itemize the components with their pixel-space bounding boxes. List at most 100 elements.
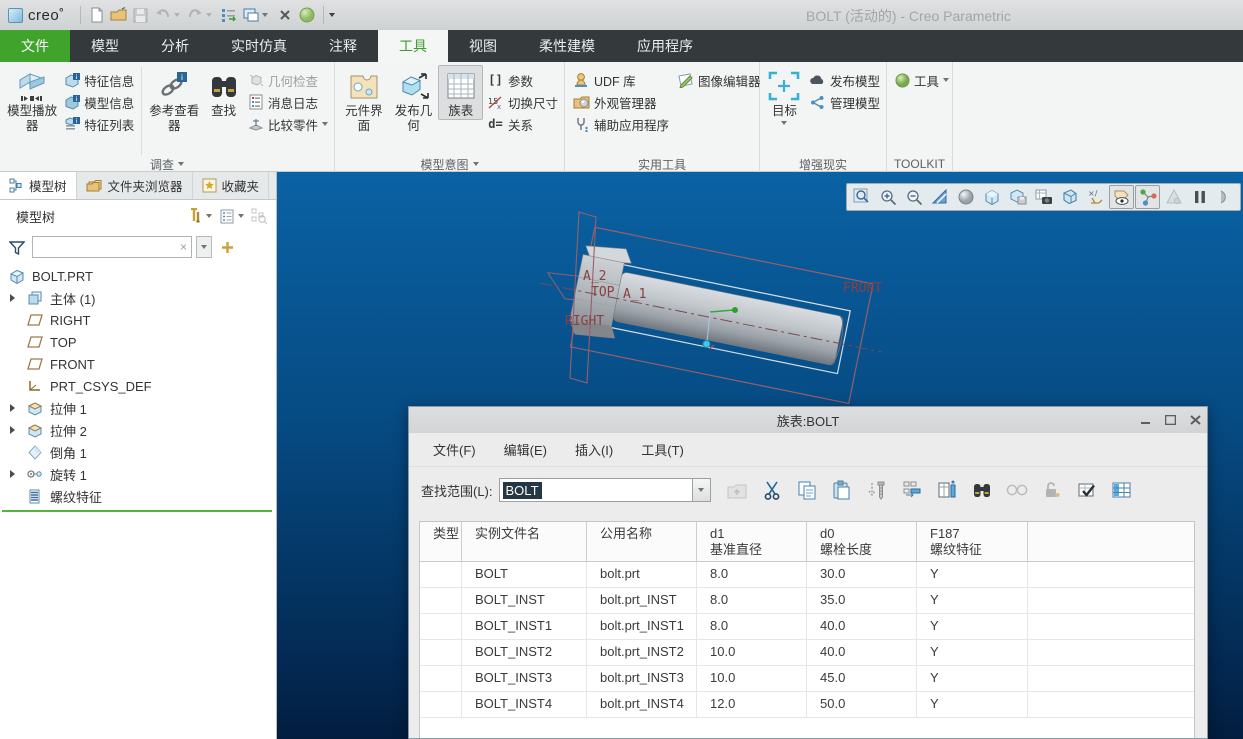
tree-item-csys[interactable]: PRT_CSYS_DEF	[0, 375, 276, 397]
cell-d1[interactable]: 10.0	[697, 640, 807, 665]
perspective-button[interactable]	[1057, 185, 1082, 209]
datum-label-a2[interactable]: A_2	[583, 269, 606, 284]
cell-instance-name[interactable]: BOLT_INST1	[462, 614, 587, 639]
tree-settings-caret[interactable]	[238, 214, 244, 218]
filter-add-button[interactable]	[216, 236, 238, 258]
message-log-button[interactable]: 消息日志	[248, 93, 328, 111]
cell-instance-name[interactable]: BOLT_INST3	[462, 666, 587, 691]
menu-file[interactable]: 文件(F)	[423, 436, 486, 463]
find-button[interactable]: 查找	[203, 65, 244, 119]
cell-d1[interactable]: 8.0	[697, 588, 807, 613]
spin-center-button[interactable]	[1135, 185, 1160, 209]
geometry-check-button[interactable]: 几何检查	[248, 71, 328, 89]
cell-type[interactable]	[420, 666, 462, 691]
tree-item-top-plane[interactable]: TOP	[0, 331, 276, 353]
tab-favorites[interactable]: 收藏夹	[193, 172, 270, 199]
insert-column-button[interactable]	[935, 478, 959, 502]
tab-folder-browser[interactable]: 文件夹浏览器	[77, 172, 193, 199]
cell-type[interactable]	[420, 640, 462, 665]
tree-filter-text[interactable]	[37, 240, 180, 254]
tab-model-tree[interactable]: 模型树	[0, 172, 77, 199]
lock-button[interactable]	[1040, 478, 1064, 502]
save-button[interactable]	[130, 4, 152, 26]
undo-button[interactable]	[152, 4, 174, 26]
cell-d0[interactable]: 35.0	[807, 588, 917, 613]
windows-button[interactable]	[240, 4, 262, 26]
parameters-button[interactable]: []参数	[487, 71, 558, 89]
cell-f187[interactable]: Y	[917, 614, 1028, 639]
tree-item-revolve-1[interactable]: 旋转 1	[0, 463, 276, 485]
cell-common-name[interactable]: bolt.prt_INST3	[587, 666, 697, 691]
dialog-title-bar[interactable]: 族表:BOLT	[409, 407, 1207, 433]
cell-common-name[interactable]: bolt.prt_INST2	[587, 640, 697, 665]
switch-dimensions-button[interactable]: 15x切换尺寸	[487, 93, 558, 111]
menu-edit[interactable]: 编辑(E)	[494, 436, 557, 463]
cell-f187[interactable]: Y	[917, 692, 1028, 717]
appearance-manager-button[interactable]: 外观管理器	[573, 93, 669, 111]
tree-item-bolt-prt[interactable]: BOLT.PRT	[0, 265, 276, 287]
table-row[interactable]: BOLT_INST bolt.prt_INST 8.0 35.0 Y	[420, 588, 1194, 614]
col-header-d0[interactable]: d0螺栓长度	[807, 522, 917, 561]
tree-item-chamfer-1[interactable]: 倒角 1	[0, 441, 276, 463]
cell-instance-name[interactable]: BOLT	[462, 562, 587, 587]
toolkit-tools-caret[interactable]	[943, 78, 949, 82]
insert-row-button[interactable]	[900, 478, 924, 502]
customize-toolbar-caret[interactable]	[329, 13, 335, 17]
dialog-close-button[interactable]	[1190, 413, 1201, 428]
table-row[interactable]: BOLT_INST3 bolt.prt_INST3 10.0 45.0 Y	[420, 666, 1194, 692]
tree-settings-button[interactable]	[216, 205, 238, 227]
ar-target-caret[interactable]	[781, 121, 787, 125]
repaint-button[interactable]	[927, 185, 952, 209]
find-instance-button[interactable]	[970, 478, 994, 502]
display-style-button[interactable]	[953, 185, 978, 209]
group-label-investigate[interactable]: 调查	[0, 156, 334, 172]
publish-geometry-button[interactable]: 发布几何	[389, 65, 439, 134]
auxiliary-applications-button[interactable]: 辅助应用程序	[573, 115, 669, 133]
table-row[interactable]: BOLT_INST4 bolt.prt_INST4 12.0 50.0 Y	[420, 692, 1194, 718]
redo-dropdown-caret[interactable]	[206, 13, 212, 17]
simulate-button[interactable]	[1161, 185, 1186, 209]
tree-item-body[interactable]: 主体 (1)	[0, 287, 276, 309]
annotation-display-button[interactable]	[1109, 185, 1134, 209]
new-file-button[interactable]	[86, 4, 108, 26]
tree-search-button[interactable]	[248, 205, 270, 227]
cell-f187[interactable]: Y	[917, 562, 1028, 587]
cell-common-name[interactable]: bolt.prt_INST	[587, 588, 697, 613]
copy-button[interactable]	[795, 478, 819, 502]
expand-arrow[interactable]	[10, 294, 15, 302]
col-header-type[interactable]: 类型	[420, 522, 462, 561]
cut-button[interactable]	[760, 478, 784, 502]
col-header-d1[interactable]: d1基准直径	[697, 522, 807, 561]
tab-tools[interactable]: 工具	[378, 30, 448, 62]
datum-display-button[interactable]: ×/	[1083, 185, 1108, 209]
tab-flexible-modeling[interactable]: 柔性建模	[518, 30, 616, 62]
more-tools-button[interactable]	[1213, 185, 1238, 209]
close-window-button[interactable]	[274, 4, 296, 26]
tree-filter-input[interactable]: ×	[32, 236, 192, 258]
tab-view[interactable]: 视图	[448, 30, 518, 62]
tree-tools-caret[interactable]	[206, 214, 212, 218]
cell-common-name[interactable]: bolt.prt	[587, 562, 697, 587]
expand-arrow[interactable]	[10, 404, 15, 412]
cell-instance-name[interactable]: BOLT_INST4	[462, 692, 587, 717]
table-row[interactable]: BOLT bolt.prt 8.0 30.0 Y	[420, 562, 1194, 588]
tree-item-thread-feature[interactable]: 螺纹特征	[0, 485, 276, 507]
group-label-model-intent[interactable]: 模型意图	[335, 156, 564, 172]
image-editor-button[interactable]: 图像编辑器	[677, 71, 761, 89]
col-header-instance-name[interactable]: 实例文件名	[462, 522, 587, 561]
tree-item-extrude-1[interactable]: 拉伸 1	[0, 397, 276, 419]
tab-annotate[interactable]: 注释	[308, 30, 378, 62]
edit-columns-button[interactable]	[1110, 478, 1134, 502]
ar-target-button[interactable]: 目标	[764, 65, 805, 125]
cell-instance-name[interactable]: BOLT_INST	[462, 588, 587, 613]
toolkit-tools-button[interactable]: 工具	[895, 71, 949, 89]
redo-button[interactable]	[184, 4, 206, 26]
manage-models-button[interactable]: 管理模型	[809, 93, 880, 111]
look-in-dropdown-button[interactable]	[693, 478, 711, 502]
windows-dropdown-caret[interactable]	[262, 13, 268, 17]
tree-item-extrude-2[interactable]: 拉伸 2	[0, 419, 276, 441]
model-info-button[interactable]: i模型信息	[64, 93, 134, 111]
reference-viewer-button[interactable]: i 参考查看器	[145, 65, 203, 134]
expand-arrow[interactable]	[10, 426, 15, 434]
up-one-level-button[interactable]	[725, 478, 749, 502]
